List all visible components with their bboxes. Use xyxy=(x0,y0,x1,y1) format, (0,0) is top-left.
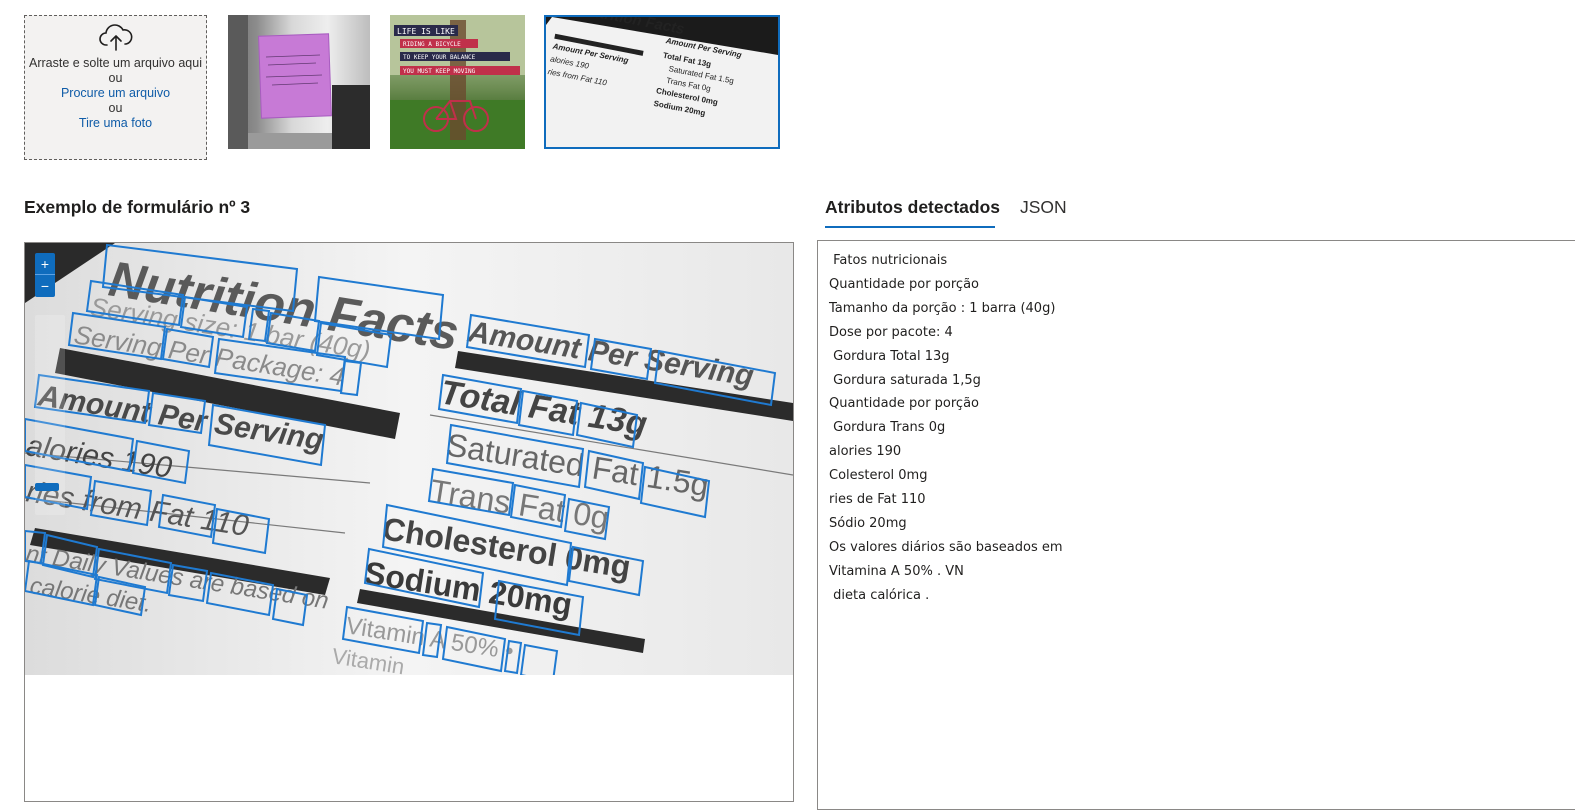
detected-attribute-line: Fatos nutricionais xyxy=(829,253,948,268)
zoom-out-button[interactable]: − xyxy=(35,275,55,297)
nutrition-label-image: Nutrition Facts Serving size: 1 bar (40g… xyxy=(25,243,793,675)
sticky-note-image xyxy=(228,15,370,149)
tab-detected-attributes[interactable]: Atributos detectados xyxy=(825,197,1000,218)
sample-thumbnail-sticky-note[interactable] xyxy=(228,15,370,149)
cloud-upload-icon xyxy=(98,24,132,51)
poster-line-3: TO KEEP YOUR BALANCE xyxy=(403,54,476,61)
detected-attributes-panel: Fatos nutricionais Quantidade por porção T… xyxy=(817,240,1575,810)
sample-thumbnail-nutrition-facts[interactable]: Nutrition Facts Amount Per Serving alori… xyxy=(544,15,780,149)
image-viewer[interactable]: Nutrition Facts Serving size: 1 bar (40g… xyxy=(24,242,794,802)
or-text: ou xyxy=(108,71,123,85)
detected-attribute-line: alories 190 xyxy=(829,444,902,460)
sample-title: Exemplo de formulário nº 3 xyxy=(24,197,251,217)
toolbar-handle[interactable] xyxy=(35,483,59,491)
detected-attribute-line: Quantidade por porção xyxy=(829,276,980,292)
detected-attribute-line: Vitamina A 50% . VN xyxy=(829,563,964,579)
detected-attribute-line: dieta calórica . xyxy=(829,587,930,603)
drag-drop-text: Arraste e solte um arquivo aqui xyxy=(28,56,202,70)
browse-file-link[interactable]: Procure um arquivo xyxy=(25,86,206,101)
plus-icon: + xyxy=(40,256,50,272)
detected-attribute-line: Colesterol 0mg xyxy=(829,468,928,484)
tab-json[interactable]: JSON xyxy=(1020,197,1067,218)
zoom-controls: + − xyxy=(35,253,55,297)
detected-attribute-line: Sódio 20mg xyxy=(829,515,907,531)
detected-attribute-line: Gordura saturada 1,5g xyxy=(829,372,981,388)
or-text: ou xyxy=(108,101,123,115)
upload-dropzone[interactable]: Arraste e solte um arquivo aqui ou Procu… xyxy=(24,15,207,160)
poster-line-4: YOU MUST KEEP MOVING xyxy=(403,68,476,75)
minus-icon: − xyxy=(40,278,50,294)
poster-line-2: RIDING A BICYCLE xyxy=(403,41,461,48)
detected-attributes-list: Fatos nutricionais Quantidade por porção T… xyxy=(818,241,1575,608)
active-tab-indicator xyxy=(825,226,995,228)
detected-attribute-line: Os valores diários são baseados em xyxy=(829,539,1063,555)
detected-attribute-line: Gordura Trans 0g xyxy=(829,420,946,436)
detected-attribute-line: Gordura Total 13g xyxy=(829,348,950,364)
detected-attribute-line: Dose por pacote: 4 xyxy=(829,324,953,340)
bicycle-poster-image: LIFE IS LIKE RIDING A BICYCLE TO KEEP YO… xyxy=(390,15,525,149)
detected-attribute-line: Quantidade por porção xyxy=(829,396,980,412)
detected-attribute-line: ries de Fat 110 xyxy=(829,492,926,508)
zoom-in-button[interactable]: + xyxy=(35,253,55,275)
sample-thumbnail-bicycle-poster[interactable]: LIFE IS LIKE RIDING A BICYCLE TO KEEP YO… xyxy=(390,15,525,149)
nutrition-facts-thumbnail-image: Nutrition Facts Amount Per Serving alori… xyxy=(546,17,778,147)
poster-line-1: LIFE IS LIKE xyxy=(397,27,455,36)
take-photo-link[interactable]: Tire uma foto xyxy=(25,116,206,131)
detected-attribute-line: Tamanho da porção : 1 barra (40g) xyxy=(829,300,1056,316)
